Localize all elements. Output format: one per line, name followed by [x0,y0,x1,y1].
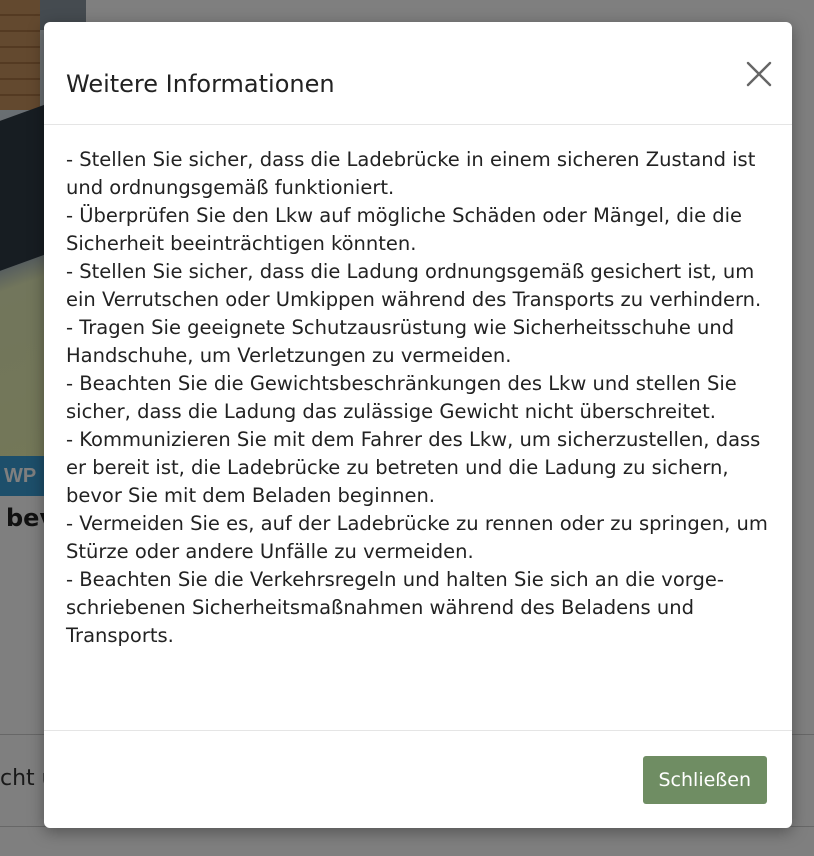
modal-close-button[interactable] [744,59,774,89]
info-line: - Beachten Sie die Gewichtsbeschränkunge… [66,372,737,423]
modal-body: - Stellen Sie sicher, dass die Ladebrück… [66,146,774,650]
info-line: - Stellen Sie sicher, dass die Ladung or… [66,260,762,311]
close-button[interactable]: Schließen [642,756,767,804]
info-line: - Tragen Sie geeignete Schutzausrüstung … [66,316,735,367]
info-line: - Überprüfen Sie den Lkw auf mögliche Sc… [66,204,743,255]
info-line: - Beachten Sie die Verkehrsregeln und ha… [66,568,724,647]
close-icon [746,61,772,87]
info-line: - Kommunizieren Sie mit dem Fahrer des L… [66,428,761,507]
info-line: - Stellen Sie sicher, dass die Ladebrück… [66,148,756,199]
info-line: - Vermeiden Sie es, auf der Ladebrücke z… [66,512,768,563]
info-modal: Weitere Informationen - Stellen Sie sich… [44,22,792,828]
modal-footer: Schließen [44,730,792,828]
modal-title: Weitere Informationen [66,70,335,98]
modal-header: Weitere Informationen [44,22,792,125]
